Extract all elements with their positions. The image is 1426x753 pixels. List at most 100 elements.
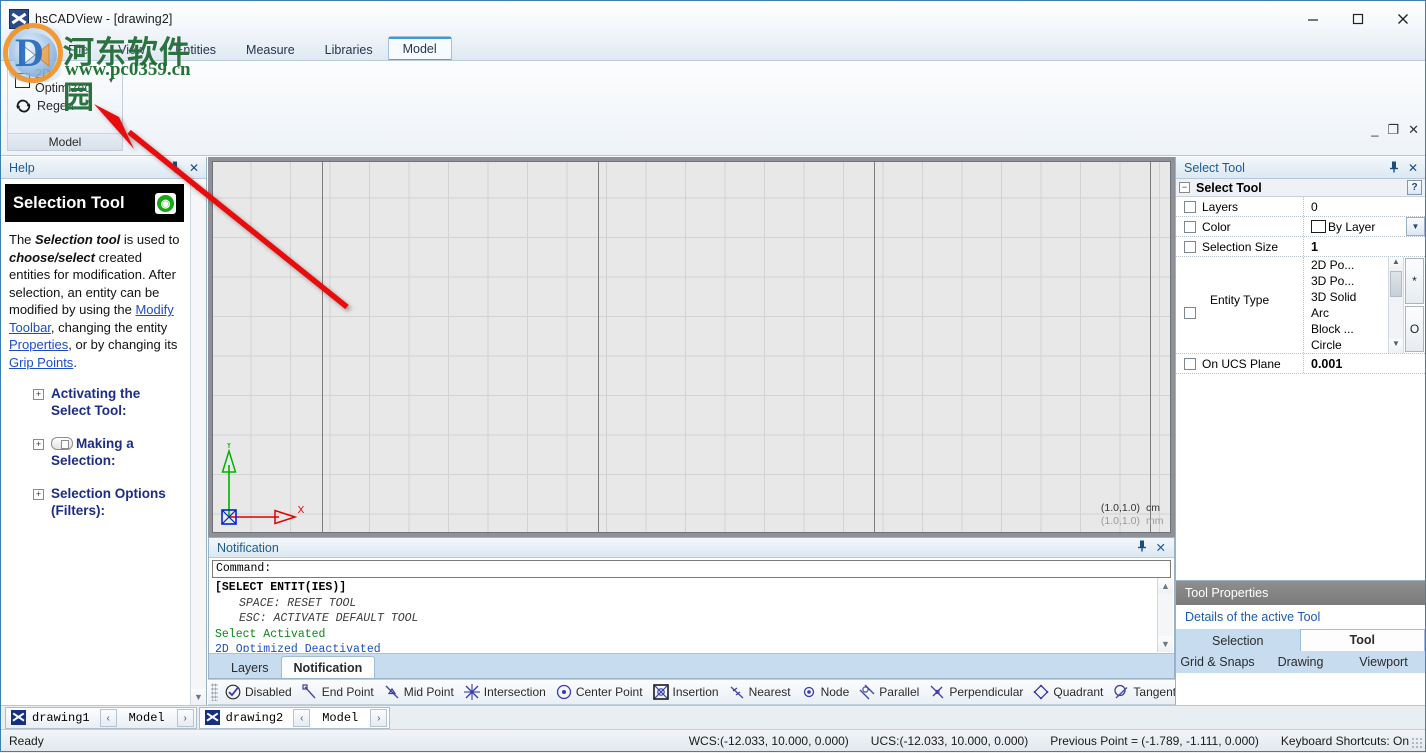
snap-center-point[interactable]: Center Point — [551, 681, 648, 703]
property-value-color[interactable]: By Layer ▼ — [1304, 217, 1425, 236]
scroll-down-icon[interactable]: ▼ — [1389, 339, 1403, 353]
prev-layout-button[interactable]: ‹ — [293, 708, 311, 727]
entity-type-option[interactable]: 3D Po... — [1311, 273, 1388, 289]
entity-type-option[interactable]: Arc — [1311, 305, 1388, 321]
snap-disabled[interactable]: Disabled — [220, 681, 297, 703]
help-button[interactable]: ? — [1407, 180, 1422, 195]
next-layout-button[interactable]: › — [176, 708, 194, 727]
property-value-layers[interactable]: 0 — [1304, 197, 1425, 216]
expander-plus-icon[interactable]: + — [33, 439, 44, 450]
layout-name[interactable]: Model — [117, 711, 177, 725]
entity-type-option[interactable]: 3D Solid — [1311, 289, 1388, 305]
pin-icon[interactable] — [1389, 161, 1399, 175]
property-row-selection-size[interactable]: Selection Size 1 — [1176, 237, 1425, 257]
prev-layout-button[interactable]: ‹ — [99, 708, 117, 727]
next-layout-button[interactable]: › — [370, 708, 388, 727]
expander-minus-icon[interactable]: − — [1179, 182, 1190, 193]
close-icon[interactable]: ✕ — [1408, 162, 1418, 174]
entity-type-option[interactable]: 2D Po... — [1311, 257, 1388, 273]
mdi-restore-button[interactable]: ❐ — [1387, 123, 1399, 136]
property-value-ucs-tolerance[interactable]: 0.001 — [1304, 354, 1425, 373]
scroll-up-icon[interactable]: ▲ — [191, 179, 206, 195]
document-tab-drawing1[interactable]: drawing1 ‹ Model › — [5, 706, 197, 729]
entity-type-option[interactable]: Circle — [1311, 337, 1388, 353]
pin-icon[interactable] — [1137, 540, 1147, 555]
layout-name[interactable]: Model — [310, 711, 370, 725]
snap-tangent[interactable]: Tangent — [1108, 681, 1181, 703]
pin-icon[interactable] — [170, 161, 180, 175]
select-all-button[interactable]: * — [1405, 258, 1424, 304]
snap-end-point[interactable]: End Point — [297, 681, 379, 703]
scroll-up-icon[interactable]: ▲ — [1389, 257, 1403, 271]
document-tab-drawing2[interactable]: drawing2 ‹ Model › — [198, 706, 391, 729]
help-toc-item-selection-options[interactable]: + Selection Options (Filters): — [9, 485, 182, 519]
chevron-down-icon[interactable]: ▾ — [109, 76, 115, 85]
tab-notification[interactable]: Notification — [280, 656, 376, 678]
scrollbar-thumb[interactable] — [1390, 271, 1402, 297]
checkbox-icon[interactable] — [15, 73, 30, 88]
tab-viewport[interactable]: Viewport — [1342, 655, 1425, 669]
ribbon-tab-libraries[interactable]: Libraries — [310, 38, 388, 60]
help-toc-item-making-selection[interactable]: + Making a Selection: — [9, 435, 182, 469]
snap-quadrant[interactable]: Quadrant — [1028, 681, 1108, 703]
minimize-button[interactable] — [1290, 1, 1335, 37]
notification-scrollbar[interactable]: ▲ ▼ — [1157, 578, 1173, 652]
mdi-close-button[interactable]: ✕ — [1408, 123, 1419, 136]
checkbox-icon[interactable] — [1184, 307, 1196, 319]
ribbon-tab-view[interactable]: View — [103, 38, 160, 60]
tab-layers[interactable]: Layers — [219, 658, 281, 678]
mdi-minimize-button[interactable]: _ — [1371, 123, 1378, 136]
close-icon[interactable]: ✕ — [1156, 540, 1166, 555]
snap-parallel[interactable]: Parallel — [854, 681, 924, 703]
ribbon-item-2d-optimized[interactable]: 2D Optimized ▾ — [13, 67, 117, 95]
snap-insertion[interactable]: Insertion — [648, 681, 724, 703]
ribbon-tab-measure[interactable]: Measure — [231, 38, 310, 60]
toolbar-drag-handle[interactable] — [211, 683, 218, 701]
tab-tool[interactable]: Tool — [1299, 629, 1425, 651]
drawing-canvas[interactable]: Y X (1.0,1.0) cm (1.0,1.0) mm — [212, 161, 1171, 533]
help-link-grip-points[interactable]: Grip Points — [9, 355, 73, 370]
checkbox-icon[interactable] — [1184, 240, 1196, 253]
tab-drawing[interactable]: Drawing — [1259, 655, 1342, 669]
property-row-on-ucs-plane[interactable]: On UCS Plane 0.001 — [1176, 354, 1425, 374]
ribbon-tab-entities[interactable]: Entities — [160, 38, 231, 60]
property-group-header[interactable]: − Select Tool ? — [1176, 179, 1425, 197]
expander-plus-icon[interactable]: + — [33, 489, 44, 500]
snap-nearest[interactable]: Nearest — [724, 681, 796, 703]
property-value-selection-size[interactable]: 1 — [1304, 237, 1425, 256]
checkbox-icon[interactable] — [1184, 357, 1196, 370]
scroll-down-icon[interactable]: ▼ — [191, 689, 206, 705]
property-row-color[interactable]: Color By Layer ▼ — [1176, 217, 1425, 237]
resize-grip[interactable] — [1411, 737, 1423, 749]
scroll-down-icon[interactable]: ▼ — [1158, 636, 1173, 652]
snap-node[interactable]: Node — [796, 681, 855, 703]
tab-selection[interactable]: Selection — [1176, 632, 1300, 651]
ribbon-item-regen[interactable]: Regen — [13, 93, 117, 118]
close-icon[interactable]: ✕ — [189, 162, 199, 174]
entity-type-list[interactable]: 2D Po... 3D Po... 3D Solid Arc Block ...… — [1304, 257, 1388, 353]
chevron-down-icon[interactable]: ▼ — [1406, 217, 1425, 236]
help-toc-item-activating[interactable]: + Activating the Select Tool: — [9, 385, 182, 419]
entity-type-option[interactable]: Block ... — [1311, 321, 1388, 337]
help-text-seg-5: , or by changing its — [68, 337, 178, 352]
drawing-viewport[interactable]: Y X (1.0,1.0) cm (1.0,1.0) mm — [208, 157, 1175, 537]
help-scrollbar[interactable]: ▲ ▼ — [190, 179, 206, 705]
checkbox-icon[interactable] — [1184, 220, 1196, 233]
checkbox-icon[interactable] — [1184, 200, 1196, 213]
entity-type-scrollbar[interactable]: ▲ ▼ — [1388, 257, 1403, 353]
ribbon-tab-model[interactable]: Model — [387, 36, 452, 60]
property-row-layers[interactable]: Layers 0 — [1176, 197, 1425, 217]
select-none-button[interactable]: O — [1405, 306, 1424, 352]
help-text-seg-6: . — [73, 354, 77, 370]
ribbon-tab-file[interactable]: File — [53, 38, 103, 60]
maximize-button[interactable] — [1335, 1, 1380, 37]
close-button[interactable] — [1380, 1, 1425, 37]
help-link-properties[interactable]: Properties — [9, 337, 68, 352]
tab-grid-and-snaps[interactable]: Grid & Snaps — [1176, 655, 1259, 669]
command-input[interactable]: Command: — [212, 560, 1171, 578]
expander-plus-icon[interactable]: + — [33, 389, 44, 400]
snap-intersection[interactable]: Intersection — [459, 681, 551, 703]
snap-mid-point[interactable]: Mid Point — [379, 681, 459, 703]
scroll-up-icon[interactable]: ▲ — [1158, 578, 1173, 594]
snap-perpendicular[interactable]: Perpendicular — [924, 681, 1028, 703]
